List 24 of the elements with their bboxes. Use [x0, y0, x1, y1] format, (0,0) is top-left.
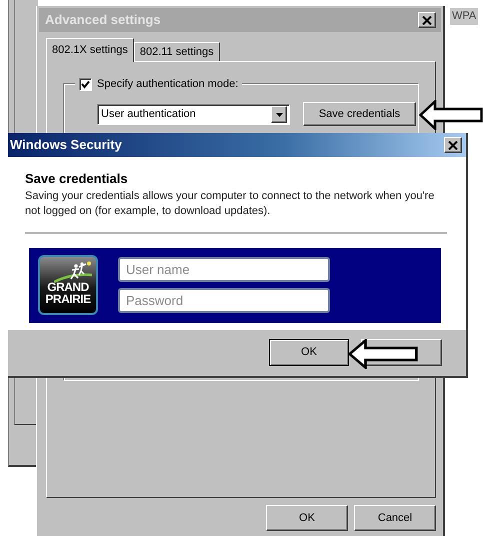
- username-field[interactable]: User name: [118, 257, 330, 282]
- close-icon: [422, 16, 432, 24]
- save-credentials-button[interactable]: Save credentials: [303, 102, 416, 126]
- tab[interactable]: 802.1X settings: [46, 38, 134, 62]
- logo-text: PRAIRIE: [45, 293, 91, 305]
- ok-button[interactable]: OK: [266, 505, 348, 531]
- checkbox-label: Specify authentication mode:: [97, 77, 238, 92]
- close-button[interactable]: [418, 12, 436, 28]
- dropdown[interactable]: User authentication: [97, 104, 290, 125]
- checkbox[interactable]: [79, 78, 92, 91]
- dialog-description: Saving your credentials allows your computer to connect to the network when you're not logged on (for example, to download updates).: [25, 188, 436, 218]
- cancel-button[interactable]: Cancel: [354, 505, 436, 531]
- dialog-heading: Save credentials: [25, 170, 129, 188]
- runners-icon: [54, 261, 92, 283]
- password-field[interactable]: Password: [118, 288, 330, 313]
- window-title: Windows Security: [10, 136, 122, 154]
- close-button[interactable]: [444, 137, 462, 153]
- dropdown-value: User authentication: [101, 107, 196, 122]
- close-icon: [448, 140, 458, 150]
- security-type-label: WPA: [450, 8, 478, 24]
- ok-button[interactable]: OK: [269, 339, 349, 366]
- logo-text: GRAND: [47, 281, 89, 293]
- window-title: Advanced settings: [45, 11, 161, 30]
- tab[interactable]: 802.11 settings: [134, 42, 220, 62]
